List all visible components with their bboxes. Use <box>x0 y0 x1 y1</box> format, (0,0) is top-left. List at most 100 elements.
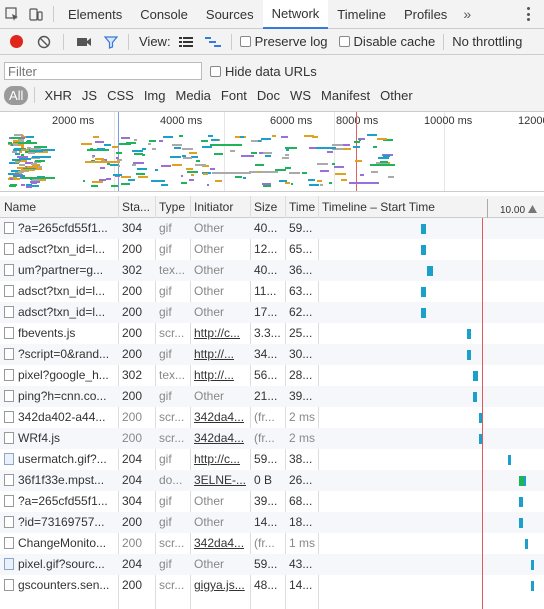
file-icon <box>4 306 14 318</box>
overview-request-mark <box>281 156 289 159</box>
request-type: gif <box>159 305 172 319</box>
type-filter-manifest[interactable]: Manifest <box>316 86 375 105</box>
table-row[interactable]: ?id=73169757... 200 gif Other 14... 18... <box>0 512 544 533</box>
record-icon[interactable] <box>10 35 23 48</box>
request-initiator[interactable]: http://... <box>190 365 250 386</box>
inspect-element-icon[interactable] <box>0 0 24 29</box>
type-filter-js[interactable]: JS <box>77 86 102 105</box>
preserve-log-checkbox[interactable]: Preserve log <box>239 34 328 49</box>
preserve-log-box[interactable] <box>239 36 251 47</box>
column-header-time[interactable]: Time <box>285 196 318 218</box>
request-initiator[interactable]: 342da4... <box>190 407 250 428</box>
request-type: gif <box>159 494 172 508</box>
table-row[interactable]: pixel.gif?sourc... 204 gif Other 59... 43... <box>0 554 544 575</box>
hide-data-urls-checkbox[interactable]: Hide data URLs <box>210 64 317 79</box>
table-row[interactable]: gscounters.sen... 200 scr... gigya.js... 48.… <box>0 575 544 596</box>
more-tabs-icon[interactable]: » <box>456 6 478 22</box>
disable-cache-box[interactable] <box>338 36 350 47</box>
request-initiator[interactable]: 3ELNE-... <box>190 470 250 491</box>
file-icon <box>4 432 14 444</box>
table-row[interactable]: 342da402-a44... 200 scr... 342da4... (fr... 2… <box>0 407 544 428</box>
request-initiator[interactable]: 342da4... <box>190 428 250 449</box>
request-initiator: Other <box>194 221 225 235</box>
filter-icon[interactable] <box>104 35 118 49</box>
table-row[interactable]: ping?h=cnn.co... 200 gif Other 21... 39... <box>0 386 544 407</box>
device-mode-icon[interactable] <box>24 0 48 29</box>
overview-request-mark <box>240 154 254 157</box>
table-row[interactable]: ChangeMonito... 200 scr... 342da4... (fr... 1… <box>0 533 544 554</box>
timeline-bar <box>421 287 426 297</box>
table-row[interactable]: um?partner=g... 302 tex... Other 40... 36... <box>0 260 544 281</box>
table-row[interactable]: ?a=265cfd55f1... 304 gif Other 39... 68... <box>0 491 544 512</box>
type-filter-ws[interactable]: WS <box>285 86 316 105</box>
overview-request-mark <box>21 134 24 137</box>
timeline-bar <box>530 560 535 570</box>
tab-network[interactable]: Network <box>262 0 329 29</box>
table-row[interactable]: fbevents.js 200 scr... http://c... 3.3... 25.… <box>0 323 544 344</box>
table-row[interactable]: WRf4.js 200 scr... 342da4... (fr... 2 ms <box>0 428 544 449</box>
table-row[interactable]: usermatch.gif?... 204 gif http://c... 59... 3… <box>0 449 544 470</box>
column-header-type[interactable]: Type <box>155 196 190 218</box>
clear-icon[interactable] <box>37 35 51 49</box>
table-row[interactable]: adsct?txn_id=l... 200 gif Other 12... 65... <box>0 239 544 260</box>
type-filter-xhr[interactable]: XHR <box>39 86 76 105</box>
request-initiator[interactable]: http://... <box>190 344 250 365</box>
column-header-timeline[interactable]: Timeline – Start Time <box>318 196 488 218</box>
overview-request-mark <box>35 160 46 163</box>
column-header-initiator[interactable]: Initiator <box>190 196 250 218</box>
tab-sources[interactable]: Sources <box>197 0 263 29</box>
disable-cache-checkbox[interactable]: Disable cache <box>338 34 435 49</box>
type-filter-doc[interactable]: Doc <box>252 86 285 105</box>
hide-data-urls-label: Hide data URLs <box>225 64 317 79</box>
filter-input[interactable] <box>4 62 202 80</box>
waterfall-overview-icon[interactable] <box>204 36 221 48</box>
table-row[interactable]: adsct?txn_id=l... 200 gif Other 17... 62... <box>0 302 544 323</box>
overview-request-mark <box>28 152 36 155</box>
request-initiator[interactable]: 342da4... <box>190 533 250 554</box>
type-filter-css[interactable]: CSS <box>102 86 139 105</box>
type-filter-media[interactable]: Media <box>170 86 215 105</box>
type-filter-all[interactable]: All <box>4 85 29 105</box>
type-filter-img[interactable]: Img <box>139 86 171 105</box>
request-initiator[interactable]: gigya.js... <box>190 575 250 596</box>
request-initiator[interactable]: http://c... <box>190 323 250 344</box>
table-row[interactable]: ?script=0&rand... 200 gif http://... 34... 30… <box>0 344 544 365</box>
table-row[interactable]: pixel?google_h... 302 tex... http://... 56..… <box>0 365 544 386</box>
table-row[interactable]: 36f1f33e.mpst... 204 do... 3ELNE-... 0 B 26..… <box>0 470 544 491</box>
table-row[interactable]: adsct?txn_id=l... 200 gif Other 11... 63... <box>0 281 544 302</box>
throttling-select[interactable]: No throttling <box>452 34 522 49</box>
timeline-bar <box>519 497 523 507</box>
overview-request-mark <box>262 184 272 187</box>
network-overview[interactable]: 2000 ms 4000 ms 6000 ms 8000 ms 10000 ms… <box>0 112 544 192</box>
overview-request-mark <box>112 145 119 148</box>
type-filter-font[interactable]: Font <box>216 86 252 105</box>
column-header-status[interactable]: Sta... <box>118 196 155 218</box>
request-size: 11... <box>254 284 277 298</box>
table-row[interactable]: ?a=265cfd55f1... 304 gif Other 40... 59... <box>0 218 544 239</box>
overview-request-mark <box>182 156 193 159</box>
overview-request-mark <box>316 162 329 165</box>
column-header-size[interactable]: Size <box>250 196 285 218</box>
request-status: 200 <box>122 536 143 550</box>
overview-request-mark <box>349 181 380 184</box>
overview-request-mark <box>377 157 389 160</box>
tab-elements[interactable]: Elements <box>59 0 131 29</box>
large-rows-icon[interactable] <box>178 36 193 48</box>
tab-console[interactable]: Console <box>131 0 197 29</box>
request-type: gif <box>159 284 172 298</box>
type-filter-other[interactable]: Other <box>375 86 418 105</box>
file-icon <box>4 264 14 276</box>
tab-timeline[interactable]: Timeline <box>328 0 395 29</box>
file-icon <box>4 516 14 528</box>
overview-label-10000: 10000 ms <box>424 115 473 127</box>
hide-data-urls-box[interactable] <box>210 66 221 77</box>
tab-profiles[interactable]: Profiles <box>395 0 456 29</box>
devtools-tabbar: Elements Console Sources Network Timelin… <box>0 0 544 29</box>
menu-kebab-icon[interactable] <box>520 6 536 22</box>
request-initiator[interactable]: http://c... <box>190 449 250 470</box>
column-header-name[interactable]: Name <box>0 196 118 218</box>
capture-screenshots-icon[interactable] <box>76 36 92 48</box>
overview-request-mark <box>121 176 131 179</box>
sort-ascending-icon[interactable] <box>528 202 537 216</box>
timeline-bar <box>421 245 426 255</box>
